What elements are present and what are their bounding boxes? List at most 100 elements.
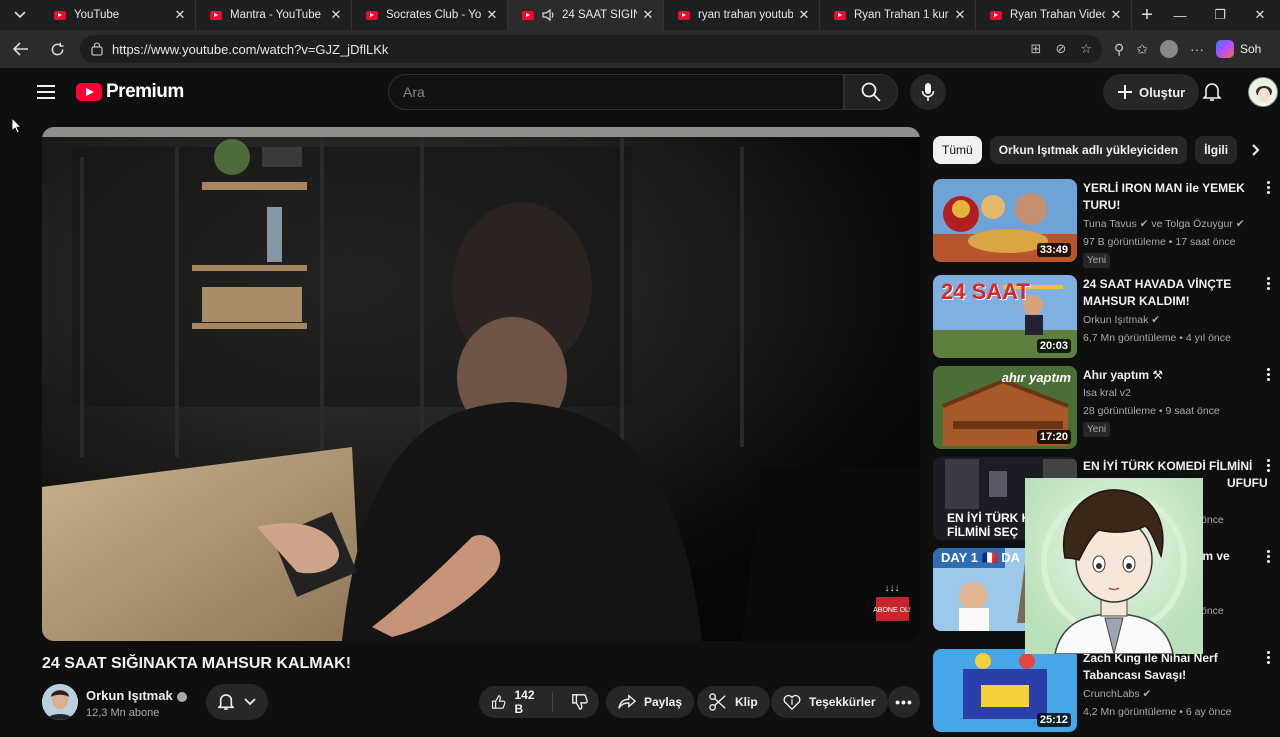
like-button[interactable]: 142 B bbox=[479, 688, 553, 716]
back-button[interactable] bbox=[6, 34, 36, 64]
more-vertical-icon[interactable] bbox=[1265, 277, 1271, 290]
svg-text:↓↓↓: ↓↓↓ bbox=[885, 583, 900, 594]
close-tab-icon[interactable]: ✕ bbox=[797, 7, 811, 23]
speaker-icon[interactable] bbox=[542, 9, 556, 21]
more-vertical-icon[interactable] bbox=[1265, 459, 1271, 472]
thanks-button[interactable]: Teşekkürler bbox=[771, 686, 888, 718]
more-actions-button[interactable]: ••• bbox=[888, 686, 920, 718]
dislike-button[interactable] bbox=[561, 693, 599, 711]
clip-button[interactable]: Klip bbox=[697, 686, 770, 718]
share-button[interactable]: Paylaş bbox=[606, 686, 695, 718]
youtube-favicon-icon bbox=[210, 10, 222, 20]
new-tab-button[interactable]: + bbox=[1132, 4, 1162, 27]
favorite-star-icon[interactable]: ☆ bbox=[1080, 41, 1092, 57]
channel-avatar-image bbox=[42, 684, 78, 720]
thumbs-up-icon bbox=[491, 695, 506, 709]
extensions-icon[interactable]: ⚲ bbox=[1114, 41, 1124, 58]
site-info-icon[interactable] bbox=[90, 42, 104, 56]
browser-toolbar-right: ⚲ ✩ ··· Soh bbox=[1114, 40, 1261, 58]
plus-icon bbox=[1118, 85, 1132, 99]
profile-icon[interactable] bbox=[1160, 40, 1178, 58]
heart-dollar-icon bbox=[783, 694, 801, 711]
account-avatar[interactable] bbox=[1248, 77, 1278, 107]
list-item[interactable]: 33:49 YERLİ IRON MAN ile YEMEK TURU! Tun… bbox=[933, 179, 1277, 268]
list-item[interactable]: ahır yaptım 17:20 Ahır yaptım ⚒ Isa kral… bbox=[933, 366, 1277, 454]
browser-tab[interactable]: Socrates Club - YouTube✕ bbox=[352, 0, 508, 30]
minimize-icon[interactable]: — bbox=[1160, 8, 1200, 23]
bell-icon bbox=[218, 694, 234, 710]
youtube-favicon-icon bbox=[990, 10, 1002, 20]
chevron-right-icon bbox=[1252, 144, 1260, 156]
close-tab-icon[interactable]: ✕ bbox=[485, 7, 499, 23]
menu-button[interactable] bbox=[26, 72, 66, 112]
browser-tab[interactable]: ryan trahan youtube kanalı✕ bbox=[664, 0, 820, 30]
chip-all[interactable]: Tümü bbox=[933, 136, 982, 164]
list-item[interactable]: 25:12 Zach King ile Nihai Nerf Tabancası… bbox=[933, 649, 1277, 737]
more-vertical-icon[interactable] bbox=[1265, 368, 1271, 381]
tab-list-dropdown[interactable] bbox=[0, 0, 40, 30]
close-tab-icon[interactable]: ✕ bbox=[641, 7, 655, 23]
browser-tab[interactable]: YouTube ✕ bbox=[40, 0, 196, 30]
video-frame: ↓↓↓ ABONE OL! bbox=[42, 127, 920, 641]
maximize-icon[interactable]: ❐ bbox=[1200, 7, 1240, 23]
apps-icon[interactable]: ⊞ bbox=[1031, 41, 1042, 57]
avatar-illustration-icon bbox=[1254, 86, 1274, 106]
reload-button[interactable] bbox=[42, 34, 72, 64]
youtube-favicon-icon bbox=[834, 10, 846, 20]
close-window-icon[interactable]: ✕ bbox=[1240, 7, 1280, 23]
youtube-favicon-icon bbox=[678, 10, 690, 20]
browser-tab-active[interactable]: 24 SAAT SIĞINAKTA MAHSUR✕ bbox=[508, 0, 664, 30]
chip-related[interactable]: İlgili bbox=[1195, 136, 1238, 164]
youtube-premium-logo[interactable]: Premium bbox=[76, 81, 184, 103]
list-item[interactable]: 24 SAAT 20:03 24 SAAT HAVADA VİNÇTE MAHS… bbox=[933, 275, 1277, 363]
close-tab-icon[interactable]: ✕ bbox=[173, 7, 187, 23]
video-thumbnail[interactable]: 33:49 bbox=[933, 179, 1077, 262]
chips-next-button[interactable] bbox=[1244, 136, 1268, 164]
favorites-icon[interactable]: ✩ bbox=[1136, 41, 1148, 58]
scissors-icon bbox=[709, 693, 726, 711]
address-bar-icons: ⊞ ⊘ ☆ bbox=[1031, 41, 1092, 57]
thumbs-down-icon bbox=[572, 694, 588, 710]
subscription-bell-button[interactable] bbox=[206, 684, 268, 720]
more-vertical-icon[interactable] bbox=[1265, 181, 1271, 194]
window-controls: — ❐ ✕ bbox=[1160, 0, 1280, 30]
more-vertical-icon[interactable] bbox=[1265, 550, 1271, 563]
close-tab-icon[interactable]: ✕ bbox=[953, 7, 967, 23]
recommendation-filter-chips: Tümü Orkun Işıtmak adlı yükleyiciden İlg… bbox=[933, 136, 1263, 164]
create-button[interactable]: Oluştur bbox=[1103, 74, 1200, 110]
youtube-logo-icon bbox=[76, 83, 102, 101]
browser-tab[interactable]: Mantra - YouTube ✕ bbox=[196, 0, 352, 30]
chevron-down-icon bbox=[14, 11, 26, 19]
search-input[interactable]: Ara bbox=[388, 74, 844, 110]
search-icon bbox=[861, 82, 881, 102]
youtube-favicon-icon bbox=[54, 10, 66, 20]
browser-tab[interactable]: Ryan Trahan 1 kuruş ile✕ bbox=[820, 0, 976, 30]
chip-from-uploader[interactable]: Orkun Işıtmak adlı yükleyiciden bbox=[989, 136, 1188, 164]
more-options-icon[interactable]: ··· bbox=[1190, 41, 1204, 57]
webcam-avatar-overlay bbox=[1025, 478, 1203, 654]
video-thumbnail[interactable]: ahır yaptım 17:20 bbox=[933, 366, 1077, 449]
tracking-icon[interactable]: ⊘ bbox=[1055, 41, 1066, 57]
notifications-button[interactable] bbox=[1198, 78, 1226, 106]
arrow-left-icon bbox=[13, 42, 28, 56]
channel-avatar[interactable] bbox=[42, 684, 78, 720]
video-player[interactable]: ↓↓↓ ABONE OL! bbox=[42, 127, 920, 641]
subscriber-count: 12,3 Mn abone bbox=[86, 707, 160, 719]
close-tab-icon[interactable]: ✕ bbox=[1109, 7, 1123, 23]
voice-search-button[interactable] bbox=[910, 74, 946, 110]
address-bar[interactable]: https://www.youtube.com/watch?v=GJZ_jDfl… bbox=[80, 35, 1102, 63]
url-text[interactable]: https://www.youtube.com/watch?v=GJZ_jDfl… bbox=[112, 42, 1031, 57]
channel-name[interactable]: Orkun Işıtmak bbox=[86, 688, 187, 703]
hamburger-menu-icon bbox=[37, 85, 55, 99]
browser-tab[interactable]: Ryan Trahan Video Başlıkları✕ bbox=[976, 0, 1132, 30]
watermark-text: ABONE OL! bbox=[873, 607, 911, 614]
search-button[interactable] bbox=[844, 74, 898, 110]
video-owner-row: Orkun Işıtmak 12,3 Mn abone 142 B Paylaş… bbox=[42, 684, 920, 720]
microphone-icon bbox=[921, 83, 935, 101]
chevron-down-icon bbox=[244, 698, 256, 706]
video-title: 24 SAAT SIĞINAKTA MAHSUR KALMAK! bbox=[42, 655, 352, 672]
copilot-button[interactable]: Soh bbox=[1216, 40, 1261, 58]
more-vertical-icon[interactable] bbox=[1265, 651, 1271, 664]
video-thumbnail[interactable]: 24 SAAT 20:03 bbox=[933, 275, 1077, 358]
close-tab-icon[interactable]: ✕ bbox=[329, 7, 343, 23]
